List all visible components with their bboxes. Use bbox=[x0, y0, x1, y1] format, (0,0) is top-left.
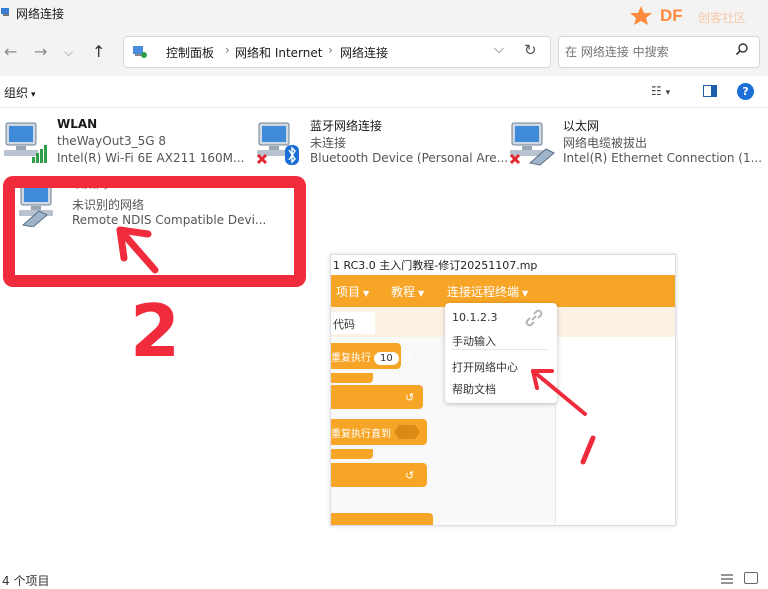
next-block[interactable] bbox=[331, 513, 433, 525]
search-input[interactable] bbox=[565, 43, 725, 61]
refresh-icon[interactable]: ↻ bbox=[524, 41, 537, 59]
adapter-name: WLAN bbox=[57, 117, 98, 131]
breadcrumb-control-panel[interactable]: 控制面板 bbox=[166, 44, 214, 61]
search-box[interactable] bbox=[558, 36, 760, 68]
dropdown-manual-input[interactable]: 手动输入 bbox=[452, 333, 496, 349]
watermark-text: 创客社区 bbox=[698, 11, 747, 25]
details-view-icon[interactable] bbox=[720, 573, 734, 585]
annotation-step-number: 2 bbox=[130, 289, 181, 373]
help-icon[interactable]: ? bbox=[737, 83, 754, 100]
dfrobot-watermark: DF 创客社区 bbox=[626, 4, 768, 26]
block-slot bbox=[331, 449, 373, 459]
inset-filename: 1 RC3.0 主入门教程-修订20251107.mp bbox=[331, 255, 675, 275]
preview-pane-icon[interactable] bbox=[703, 85, 717, 97]
adapter-status: theWayOut3_5G 8 bbox=[57, 134, 167, 148]
address-dropdown-chevron-icon[interactable]: ⌵ bbox=[494, 42, 504, 57]
caret-down-icon: ▼ bbox=[418, 289, 425, 298]
condition-hexagon-icon bbox=[394, 425, 420, 439]
caret-down-icon: ▾ bbox=[31, 90, 36, 100]
ethernet-adapter-icon bbox=[509, 122, 555, 166]
repeat-count[interactable]: 10 bbox=[374, 352, 399, 365]
adapter-name: 以太网 bbox=[563, 119, 600, 133]
dropdown-open-network-center[interactable]: 打开网络中心 bbox=[452, 359, 518, 375]
menu-tutorial[interactable]: 教程 ▼ bbox=[391, 283, 424, 300]
wifi-adapter-icon bbox=[4, 122, 47, 163]
dropdown-ip-address[interactable]: 10.1.2.3 bbox=[452, 311, 497, 324]
network-connections-window: 网络连接 DF 创客社区 ← → ⌵ ↑ 控制面板 › 网络和 Internet… bbox=[0, 0, 768, 589]
menu-connect-remote[interactable]: 连接远程终端 ▼ bbox=[447, 283, 528, 300]
organize-label: 组织 bbox=[4, 86, 29, 100]
repeat-until-end-block[interactable]: ↺ bbox=[331, 463, 427, 487]
network-folder-icon bbox=[1, 8, 9, 16]
link-icon[interactable] bbox=[523, 307, 545, 329]
repeat-block[interactable]: 重复执行 10 次 bbox=[331, 343, 412, 369]
repeat-unit: 次 bbox=[401, 353, 412, 364]
up-arrow-icon[interactable]: ↑ bbox=[92, 42, 105, 61]
menu-label: 教程 bbox=[391, 285, 416, 299]
adapter-name: 蓝牙网络连接 bbox=[310, 119, 383, 133]
breadcrumb-network-internet[interactable]: 网络和 Internet bbox=[235, 44, 322, 61]
recent-locations-chevron-icon[interactable]: ⌵ bbox=[64, 45, 73, 60]
repeat-until-label: 重复执行直到 bbox=[331, 429, 391, 440]
embedded-software-screenshot: 1 RC3.0 主入门教程-修订20251107.mp 项目 ▼ 教程 ▼ 连接远程… bbox=[330, 254, 676, 526]
organize-menu[interactable]: 组织 ▾ bbox=[4, 84, 36, 101]
adapter-status: 网络电缆被拔出 bbox=[563, 136, 648, 150]
loop-arrow-icon: ↺ bbox=[405, 391, 415, 404]
menu-label: 项目 bbox=[336, 285, 361, 299]
repeat-until-block[interactable]: 重复执行直到 bbox=[331, 419, 427, 445]
star-logo-icon bbox=[630, 6, 652, 25]
back-arrow-icon[interactable]: ← bbox=[4, 42, 17, 61]
watermark-brand: DF bbox=[660, 6, 683, 25]
bluetooth-adapter-icon bbox=[256, 122, 299, 165]
adapter-device: Bluetooth Device (Personal Are... bbox=[310, 151, 509, 165]
repeat-label: 重复执行 bbox=[331, 353, 371, 364]
breadcrumb-network-connections[interactable]: 网络连接 bbox=[340, 44, 388, 61]
caret-down-icon: ▼ bbox=[522, 289, 529, 298]
adapter-wlan[interactable]: WLAN theWayOut3_5G 8 Intel(R) Wi-Fi 6E A… bbox=[2, 117, 252, 169]
adapter-bluetooth[interactable]: 蓝牙网络连接 未连接 Bluetooth Device (Personal Ar… bbox=[255, 117, 509, 169]
change-view-icon[interactable]: ☷ ▾ bbox=[651, 84, 670, 98]
caret-down-icon: ▼ bbox=[363, 289, 370, 298]
loop-arrow-icon: ↺ bbox=[405, 469, 415, 482]
repeat-end-block[interactable]: ↺ bbox=[331, 385, 423, 409]
dropdown-help-docs[interactable]: 帮助文档 bbox=[452, 381, 496, 397]
breadcrumb-separator-icon[interactable]: › bbox=[225, 43, 230, 57]
window-title: 网络连接 bbox=[16, 7, 65, 21]
breadcrumb-separator-icon[interactable]: › bbox=[328, 43, 333, 57]
control-panel-icon bbox=[133, 46, 147, 58]
block-slot bbox=[331, 373, 373, 383]
status-bar: 4 个项目 bbox=[0, 568, 768, 589]
search-icon[interactable] bbox=[735, 42, 749, 56]
menu-project[interactable]: 项目 ▼ bbox=[336, 283, 369, 300]
menu-label: 连接远程终端 bbox=[447, 285, 520, 299]
script-area bbox=[555, 337, 675, 525]
dropdown-divider bbox=[451, 349, 547, 350]
large-icons-view-icon[interactable] bbox=[744, 572, 758, 584]
forward-arrow-icon[interactable]: → bbox=[34, 42, 47, 61]
adapter-device: Intel(R) Wi-Fi 6E AX211 160M... bbox=[57, 151, 245, 165]
item-count: 4 个项目 bbox=[2, 574, 50, 588]
title-bar: 网络连接 DF 创客社区 bbox=[0, 0, 768, 28]
address-bar[interactable]: 控制面板 › 网络和 Internet › 网络连接 ⌵ ↻ bbox=[123, 36, 551, 68]
connect-remote-dropdown: 10.1.2.3 手动输入 打开网络中心 帮助文档 bbox=[445, 303, 557, 403]
adapter-device: Intel(R) Ethernet Connection (1... bbox=[563, 151, 763, 165]
adapter-status: 未连接 bbox=[310, 136, 347, 150]
annotation-highlight-box bbox=[3, 176, 306, 287]
adapter-ethernet[interactable]: 以太网 网络电缆被拔出 Intel(R) Ethernet Connection… bbox=[508, 117, 762, 169]
command-bar: 组织 ▾ ☷ ▾ ? bbox=[0, 76, 768, 108]
code-tab[interactable]: 代码 bbox=[331, 312, 375, 334]
navigation-row: ← → ⌵ ↑ 控制面板 › 网络和 Internet › 网络连接 ⌵ ↻ bbox=[0, 28, 768, 76]
